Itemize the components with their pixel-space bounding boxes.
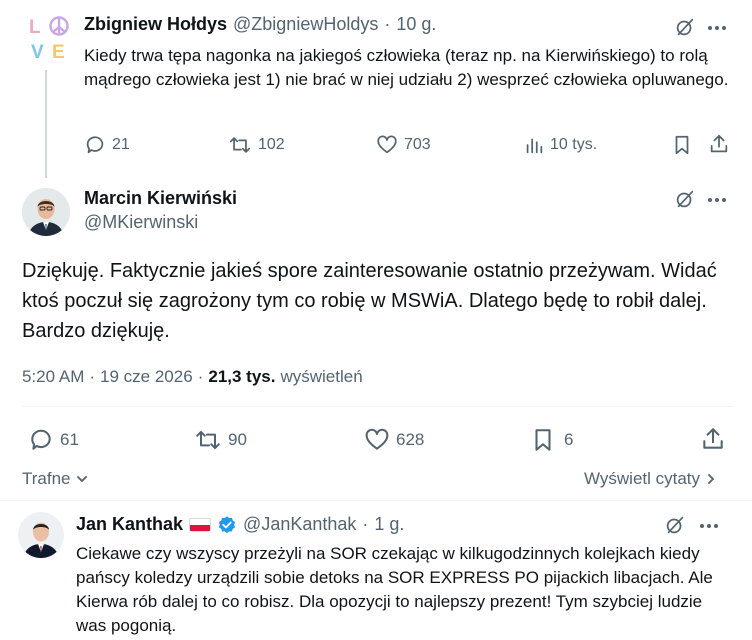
svg-text:L: L bbox=[29, 17, 41, 38]
like-button[interactable]: 703 bbox=[376, 134, 431, 156]
tweet-time[interactable]: 10 g. bbox=[396, 14, 436, 35]
like-count: 628 bbox=[396, 430, 425, 449]
view-quotes-label: Wyświetl cytaty bbox=[584, 469, 701, 488]
repost-icon bbox=[196, 430, 220, 450]
author-name[interactable]: Zbigniew Hołdys bbox=[84, 14, 227, 35]
person-avatar-icon bbox=[18, 512, 64, 558]
separator-dot: · bbox=[384, 14, 391, 34]
reply-button[interactable]: 61 bbox=[28, 427, 79, 453]
grok-icon[interactable] bbox=[664, 514, 686, 541]
share-icon[interactable] bbox=[708, 133, 730, 160]
tweet-header: Jan Kanthak @JanKanthak · 1 g. bbox=[76, 514, 404, 535]
sort-label: Trafne bbox=[22, 469, 71, 488]
views-button[interactable]: 10 tys. bbox=[524, 134, 597, 156]
author-handle[interactable]: @ZbigniewHoldys bbox=[233, 14, 378, 35]
author-handle[interactable]: @MKierwinski bbox=[84, 212, 198, 233]
avatar-kanthak[interactable] bbox=[18, 512, 64, 558]
person-avatar-icon bbox=[22, 188, 70, 236]
tweet-text: Dziękuję. Faktycznie jakieś spore zainte… bbox=[22, 260, 717, 342]
like-button[interactable]: 628 bbox=[364, 427, 424, 453]
separator-dot: · bbox=[362, 514, 369, 534]
repost-count: 102 bbox=[258, 136, 285, 153]
grok-icon[interactable] bbox=[674, 188, 696, 215]
author-handle[interactable]: @JanKanthak bbox=[243, 514, 356, 535]
bookmark-icon bbox=[535, 429, 551, 451]
repost-icon bbox=[229, 137, 251, 153]
verified-badge-icon[interactable] bbox=[217, 515, 237, 535]
divider bbox=[22, 406, 734, 407]
sort-replies-dropdown[interactable]: Trafne bbox=[22, 469, 89, 489]
author-name[interactable]: Marcin Kierwiński bbox=[84, 188, 237, 209]
separator-dot: · bbox=[197, 367, 204, 386]
reply-icon bbox=[31, 429, 51, 450]
reply-icon bbox=[86, 136, 104, 154]
divider bbox=[0, 500, 752, 501]
repost-button[interactable]: 90 bbox=[194, 427, 247, 453]
tweet-header: Zbigniew Hołdys @ZbigniewHoldys · 10 g. bbox=[84, 14, 436, 35]
tweet-text: Ciekawe czy wszyscy przeżyli na SOR czek… bbox=[76, 544, 713, 635]
repost-count: 90 bbox=[228, 430, 247, 449]
more-options-icon[interactable] bbox=[708, 198, 726, 202]
views-count: 21,3 tys. bbox=[208, 367, 276, 386]
avatar-love[interactable]: L V E bbox=[28, 14, 72, 63]
svg-text:E: E bbox=[52, 42, 65, 62]
tweet-time[interactable]: 1 g. bbox=[374, 514, 404, 535]
tweet-text: Kiedy trwa tępa nagonka na jakiegoś czło… bbox=[84, 46, 729, 89]
tweet-meta: 5:20 AM · 19 cze 2026 · 21,3 tys. wyświe… bbox=[22, 367, 363, 387]
bookmark-icon[interactable] bbox=[672, 134, 692, 161]
chevron-right-icon bbox=[708, 474, 714, 484]
thread-line bbox=[45, 70, 47, 178]
reply-count: 21 bbox=[112, 136, 130, 153]
repost-button[interactable]: 102 bbox=[228, 134, 285, 156]
views-label: wyświetleń bbox=[280, 367, 363, 386]
heart-icon bbox=[377, 135, 397, 154]
reply-count: 61 bbox=[60, 430, 79, 449]
more-options-icon[interactable] bbox=[700, 524, 718, 528]
author-name[interactable]: Jan Kanthak bbox=[76, 514, 183, 535]
tweet-time[interactable]: 5:20 AM bbox=[22, 367, 84, 387]
bookmark-count: 6 bbox=[564, 430, 574, 449]
avatar-kierwinski[interactable] bbox=[22, 188, 70, 236]
reply-button[interactable]: 21 bbox=[84, 134, 130, 156]
share-icon[interactable] bbox=[700, 426, 726, 457]
love-logo-icon: L V E bbox=[29, 16, 69, 63]
svg-text:V: V bbox=[31, 42, 44, 62]
poland-flag-icon bbox=[189, 517, 212, 532]
separator-dot: · bbox=[89, 367, 96, 386]
tweet-date[interactable]: 19 cze 2026 bbox=[100, 367, 193, 387]
grok-icon[interactable] bbox=[674, 16, 696, 43]
like-count: 703 bbox=[404, 136, 431, 153]
heart-icon bbox=[365, 428, 389, 450]
more-options-icon[interactable] bbox=[708, 26, 726, 30]
chevron-down-icon bbox=[76, 476, 87, 482]
bookmark-button[interactable]: 6 bbox=[532, 427, 573, 453]
views-count: 10 tys. bbox=[550, 136, 598, 153]
views-icon bbox=[526, 138, 543, 154]
view-quotes-link[interactable]: Wyświetl cytaty bbox=[584, 469, 718, 489]
